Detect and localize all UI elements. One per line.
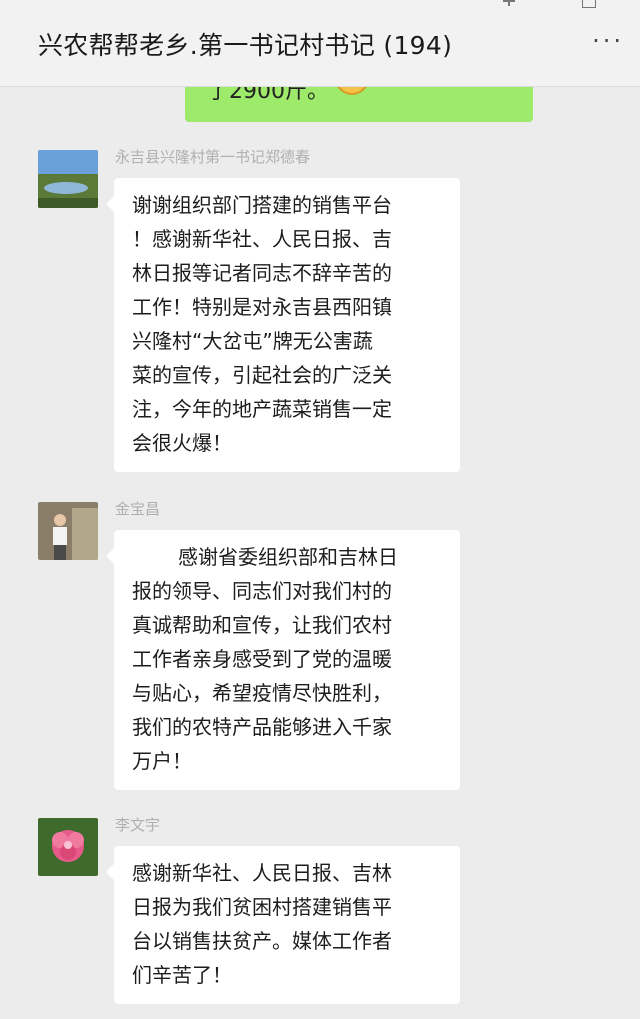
message-line: 们辛苦了！ [132, 963, 232, 987]
message-bubble[interactable]: 感谢新华社、人民日报、吉林 日报为我们贫困村搭建销售平 台以销售扶贫产。媒体工作… [106, 846, 460, 1004]
message-bubble[interactable]: 感谢省委组织部和吉林日 报的领导、同志们对我们村的 真诚帮助和宣传，让我们农村 … [106, 530, 460, 790]
sender-name: 永吉县兴隆村第一书记郑德春 [115, 148, 311, 166]
pin-icon[interactable] [502, 0, 516, 8]
message-line: 日报为我们贫困村搭建销售平 [132, 895, 392, 919]
message-line: 会很火爆！ [132, 431, 232, 455]
previous-message-text: 了2900斤。 [207, 87, 329, 104]
message-line: 台以销售扶贫产。媒体工作者 [132, 929, 392, 953]
message-line: 工作！特别是对永吉县西阳镇 [132, 295, 392, 319]
message-line: 注，今年的地产蔬菜销售一定 [132, 397, 392, 421]
message-line: 我们的农特产品能够进入千家 [132, 715, 392, 739]
message-line: 报的领导、同志们对我们村的 [132, 579, 392, 603]
message-line: ！感谢新华社、人民日报、吉 [132, 227, 392, 251]
chat-title: 兴农帮帮老乡.第一书记村书记 (194) [38, 31, 453, 60]
more-options-button[interactable]: ··· [592, 29, 624, 53]
message-line: 兴隆村“大岔屯”牌无公害蔬 [132, 329, 373, 353]
window-controls [502, 0, 596, 8]
avatar[interactable] [38, 818, 98, 876]
message-line: 真诚帮助和宣传，让我们农村 [132, 613, 392, 637]
avatar[interactable] [38, 502, 98, 560]
flower-photo-icon [38, 818, 98, 876]
maximize-icon[interactable] [582, 0, 596, 8]
message-line: 感谢省委组织部和吉林日 [178, 545, 398, 569]
message-line: 谢谢组织部门搭建的销售平台 [132, 193, 392, 217]
message-line: 菜的宣传，引起社会的广泛关 [132, 363, 392, 387]
message-line: 万户！ [132, 749, 192, 773]
person-photo-icon [38, 502, 98, 560]
avatar[interactable] [38, 150, 98, 208]
message-line: 感谢新华社、人民日报、吉林 [132, 861, 392, 885]
sender-name: 金宝昌 [115, 500, 161, 518]
message-line: 与贴心，希望疫情尽快胜利， [132, 681, 392, 705]
previous-message-bubble[interactable]: 了2900斤。 [185, 87, 533, 122]
message-line: 林日报等记者同志不辞辛苦的 [132, 261, 392, 285]
message-line: 工作者亲身感受到了党的温暖 [132, 647, 392, 671]
smile-emoji-icon [335, 87, 369, 95]
message-bubble[interactable]: 谢谢组织部门搭建的销售平台 ！感谢新华社、人民日报、吉 林日报等记者同志不辞辛苦… [106, 178, 460, 472]
chat-header: 兴农帮帮老乡.第一书记村书记 (194) ··· [0, 0, 640, 87]
landscape-photo-icon [38, 150, 98, 208]
sender-name: 李文宇 [115, 816, 161, 834]
